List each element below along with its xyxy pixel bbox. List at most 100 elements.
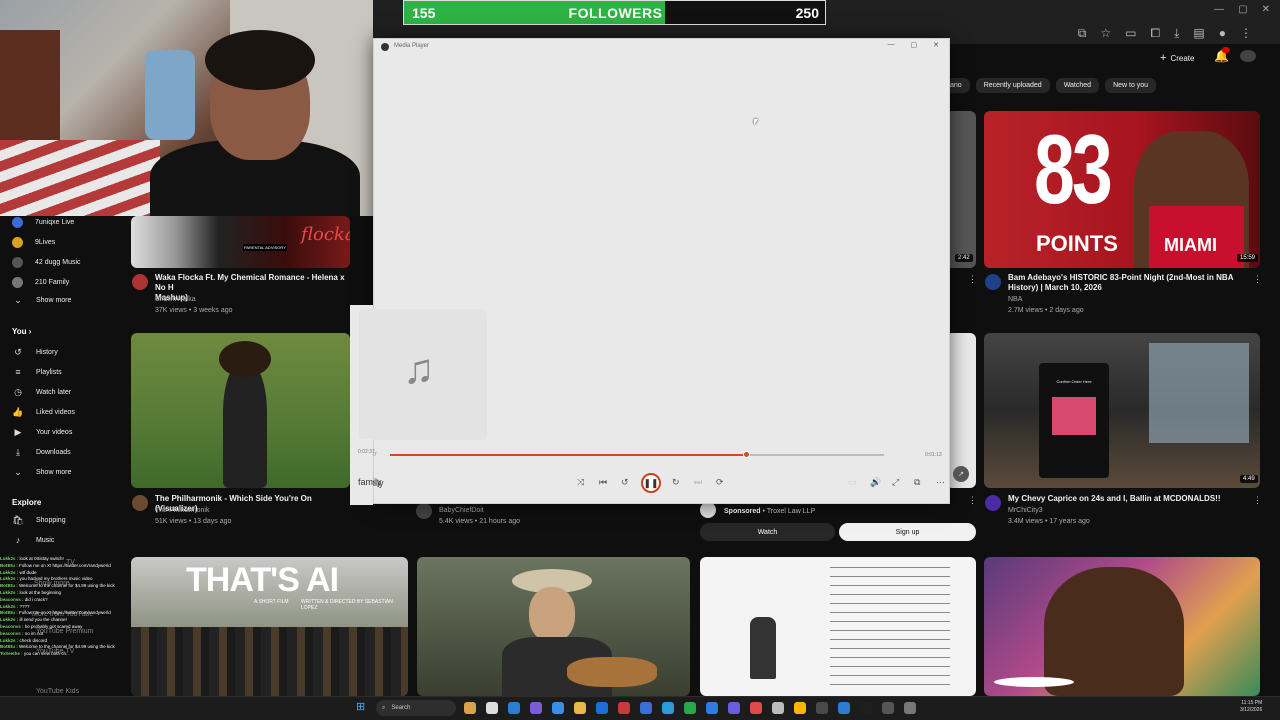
taskbar-search[interactable]: ⌕ Search bbox=[376, 700, 456, 716]
channel-name[interactable]: BabyChiefDoit bbox=[439, 507, 484, 514]
more-icon[interactable]: ⋯ bbox=[936, 477, 945, 488]
opera-icon[interactable] bbox=[772, 702, 784, 714]
video-thumbnail-thats-ai[interactable]: THAT'S AI A SHORT FILM WRITTEN & DIRECTE… bbox=[131, 557, 408, 696]
sidebar-item-thumbs-up[interactable]: 👍 Liked videos bbox=[0, 403, 120, 421]
sidebar-item-history[interactable]: ↺ History bbox=[0, 343, 120, 361]
channel-avatar[interactable] bbox=[132, 274, 148, 290]
video-thumbnail-waka[interactable]: PARENTAL ADVISORY flocka bbox=[131, 216, 350, 268]
steam-icon[interactable] bbox=[640, 702, 652, 714]
cast-icon[interactable]: ⧉ bbox=[1078, 26, 1087, 41]
sidebar-item-playlists[interactable]: ≡ Playlists bbox=[0, 363, 120, 381]
ad-signup-button[interactable]: Sign up bbox=[839, 523, 976, 541]
minimize-icon[interactable]: — bbox=[888, 41, 895, 49]
channel-name[interactable]: MrChiCity3 bbox=[1008, 507, 1043, 514]
channel-avatar[interactable] bbox=[985, 495, 1001, 511]
sidebar-sub-item[interactable]: 42 dugg Music bbox=[0, 253, 120, 271]
channel-avatar[interactable] bbox=[132, 495, 148, 511]
pause-button[interactable]: ❚❚ bbox=[641, 473, 661, 493]
profile-icon[interactable]: ● bbox=[1219, 26, 1226, 41]
mail-icon[interactable] bbox=[596, 702, 608, 714]
cast-icon[interactable]: ▭ bbox=[848, 477, 857, 488]
repeat-icon[interactable]: ⟳ bbox=[716, 477, 724, 488]
channel-name[interactable]: ShawnWalka bbox=[155, 296, 196, 303]
taskbar-clock[interactable]: 11:15 PM 3/12/2026 bbox=[1240, 700, 1262, 714]
sidebar-sub-item[interactable]: 9Lives bbox=[0, 233, 120, 251]
video-thumbnail-bam[interactable]: 83 POINTS MIAMI bbox=[984, 111, 1260, 268]
terminal-icon[interactable] bbox=[860, 702, 872, 714]
you-heading[interactable]: You › bbox=[12, 327, 31, 336]
more-options-icon[interactable]: ⋮ bbox=[968, 274, 977, 285]
advertiser-avatar[interactable] bbox=[700, 502, 716, 518]
sidebar-item-download[interactable]: ⤓ Downloads bbox=[0, 443, 120, 461]
miniplayer-icon[interactable]: ⧉ bbox=[914, 477, 920, 488]
volume-icon[interactable]: 🔊 bbox=[870, 477, 881, 488]
video-thumbnail-cowboy[interactable] bbox=[417, 557, 690, 696]
close-icon[interactable]: ✕ bbox=[933, 41, 939, 49]
video-thumbnail-chevy[interactable]: Confirm Order Here bbox=[984, 333, 1260, 488]
star-icon[interactable]: ☆ bbox=[1100, 26, 1111, 41]
account-avatar[interactable] bbox=[1240, 50, 1256, 62]
more-options-icon[interactable]: ⋮ bbox=[1253, 274, 1262, 285]
more-options-icon[interactable]: ⋮ bbox=[1253, 495, 1262, 506]
video-title[interactable]: Bam Adebayo's HISTORIC 83-Point Night (2… bbox=[1008, 273, 1248, 293]
player-titlebar[interactable] bbox=[374, 39, 951, 55]
show-more-button[interactable]: ⌄ Show more bbox=[0, 291, 120, 309]
video-thumbnail-document[interactable] bbox=[700, 557, 976, 696]
extensions-icon[interactable]: ⧠ bbox=[1150, 26, 1160, 41]
menu-icon[interactable]: ⋮ bbox=[1240, 26, 1252, 41]
close-icon[interactable]: ✕ bbox=[1262, 4, 1270, 15]
sidebar-item-music[interactable]: ♪ Music bbox=[0, 531, 120, 549]
video-thumbnail-laughing[interactable] bbox=[984, 557, 1260, 696]
fullscreen-icon[interactable]: ⤢ bbox=[892, 477, 899, 488]
browser-icon[interactable] bbox=[662, 702, 674, 714]
chip-watched[interactable]: Watched bbox=[1055, 78, 1100, 93]
explorer-icon[interactable] bbox=[574, 702, 586, 714]
video-thumbnail-partial[interactable] bbox=[946, 111, 976, 268]
teams-icon[interactable] bbox=[530, 702, 542, 714]
maximize-icon[interactable]: ▢ bbox=[1238, 4, 1247, 15]
acrobat-icon[interactable] bbox=[618, 702, 630, 714]
collections-icon[interactable]: ▤ bbox=[1193, 26, 1204, 41]
discord-icon[interactable] bbox=[728, 702, 740, 714]
app-icon[interactable] bbox=[838, 702, 850, 714]
next-icon[interactable]: ⏭ bbox=[694, 477, 702, 488]
media-icon[interactable] bbox=[904, 702, 916, 714]
shuffle-icon[interactable]: ⤨ bbox=[577, 477, 584, 488]
sidebar-item-shopping[interactable]: 🛍 Shopping bbox=[0, 511, 120, 529]
maximize-icon[interactable]: ▢ bbox=[911, 41, 918, 49]
chrome-icon[interactable] bbox=[794, 702, 806, 714]
download-icon[interactable]: ⤓ bbox=[1174, 26, 1179, 41]
seek-bar-thumb[interactable] bbox=[742, 451, 750, 458]
previous-icon[interactable]: ⏮ bbox=[599, 477, 607, 488]
ad-watch-button[interactable]: Watch bbox=[700, 523, 835, 541]
nvidia-icon[interactable] bbox=[816, 702, 828, 714]
show-more-button[interactable]: ⌄ Show more bbox=[0, 463, 120, 481]
chip-new-to-you[interactable]: New to you bbox=[1105, 78, 1157, 93]
channel-avatar[interactable] bbox=[985, 274, 1001, 290]
floating-action-icon[interactable]: ↗ bbox=[953, 466, 969, 482]
create-button[interactable]: + Create bbox=[1160, 50, 1194, 66]
files-icon[interactable] bbox=[486, 702, 498, 714]
capture-icon[interactable] bbox=[882, 702, 894, 714]
photos-icon[interactable] bbox=[706, 702, 718, 714]
widgets-icon[interactable] bbox=[464, 702, 476, 714]
channel-name[interactable]: The Philharmonik bbox=[155, 507, 209, 514]
sidebar-item-video[interactable]: ▶ Your videos bbox=[0, 423, 120, 441]
minimize-icon[interactable]: — bbox=[1214, 4, 1224, 15]
chip-recently-uploaded[interactable]: Recently uploaded bbox=[975, 78, 1050, 93]
sidebar-item-clock[interactable]: ◷ Watch later bbox=[0, 383, 120, 401]
rewind-icon[interactable]: ↺ bbox=[621, 477, 629, 488]
video-title[interactable]: My Chevy Caprice on 24s and I, Ballin at… bbox=[1008, 494, 1248, 504]
sidebar-sub-item[interactable]: 210 Family bbox=[0, 273, 120, 291]
start-icon[interactable]: ⊞ bbox=[356, 700, 365, 713]
split-icon[interactable]: ▭ bbox=[1125, 26, 1136, 41]
edge-icon[interactable] bbox=[508, 702, 520, 714]
video-thumbnail-phil[interactable] bbox=[131, 333, 350, 488]
record-icon[interactable] bbox=[750, 702, 762, 714]
forward-icon[interactable]: ↻ bbox=[672, 477, 680, 488]
channel-name[interactable]: NBA bbox=[1008, 296, 1022, 303]
more-options-icon[interactable]: ⋮ bbox=[968, 495, 977, 506]
xbox-icon[interactable] bbox=[684, 702, 696, 714]
store-icon[interactable] bbox=[552, 702, 564, 714]
ad-thumbnail-partial[interactable] bbox=[946, 333, 976, 488]
